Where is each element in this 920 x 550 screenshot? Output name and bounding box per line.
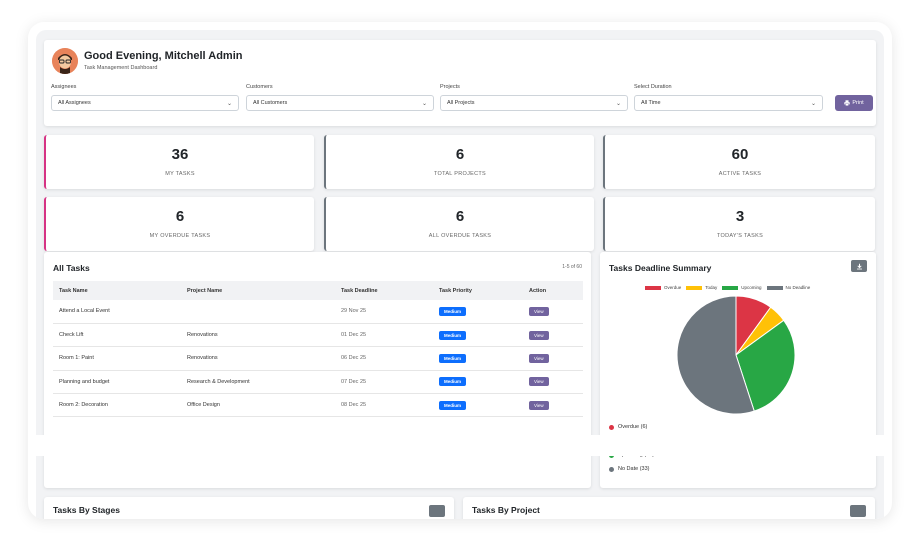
customers-select[interactable]: All Customers ⌄ [246,95,434,111]
priority-badge: Medium [439,353,467,363]
all-tasks-title: All Tasks [53,263,90,273]
tasks-by-project-title: Tasks By Project [472,505,540,515]
print-button[interactable]: Print [835,95,873,111]
table-row: Planning and budget Research & Developme… [53,370,583,395]
legend-item: Upcoming [722,285,762,290]
download-icon [856,263,862,269]
col-action: Action [529,287,547,294]
chevron-down-icon: ⌄ [226,101,232,107]
customers-label: Customers [246,84,273,90]
view-button[interactable]: View [529,353,549,363]
legend-item: Overdue [645,285,681,290]
summary-row-no-date: No Date (33) [609,466,650,472]
table-header-row: Task Name Project Name Task Deadline Tas… [53,281,583,300]
view-button[interactable]: View [529,377,549,387]
col-task-name: Task Name [59,287,88,294]
view-button[interactable]: View [529,330,549,340]
deadline-pie-chart [676,295,796,415]
greeting-text: Good Evening, Mitchell Admin [84,50,243,62]
overlay-band [36,435,884,456]
projects-label: Projects [440,84,460,90]
tasks-table: Task Name Project Name Task Deadline Tas… [53,281,583,418]
priority-badge: Medium [439,377,467,387]
download-icon[interactable] [850,505,866,517]
chart-legend: Overdue Today Upcoming No Deadline [645,285,810,290]
duration-label: Select Duration [634,84,672,90]
stat-active-tasks[interactable]: 60 ACTIVE TASKS [603,135,875,189]
dashboard-subtitle: Task Management Dashboard [84,65,158,71]
legend-item: Today [686,285,717,290]
no-date-dot [609,466,614,472]
tasks-by-stages-title: Tasks By Stages [53,505,120,515]
col-project-name: Project Name [187,287,223,294]
stat-total-projects[interactable]: 6 TOTAL PROJECTS [324,135,594,189]
download-button[interactable] [851,260,867,272]
table-row: Room 1: Paint Renovations 06 Dec 25 Medi… [53,346,583,371]
dashboard-frame: Good Evening, Mitchell Admin Task Manage… [28,22,892,519]
pager-text: 1-5 of 60 [562,264,582,270]
table-row: Room 2: Decoration Office Design 08 Dec … [53,393,583,418]
projects-select[interactable]: All Projects ⌄ [440,95,628,111]
stat-all-overdue-tasks[interactable]: 6 ALL OVERDUE TASKS [324,197,594,251]
view-button[interactable]: View [529,306,549,316]
col-task-deadline: Task Deadline [341,287,378,294]
summary-row-overdue: Overdue (6) [609,424,647,430]
download-icon[interactable] [429,505,445,517]
stat-my-overdue-tasks[interactable]: 6 MY OVERDUE TASKS [44,197,314,251]
user-avatar [52,48,78,74]
stat-my-tasks[interactable]: 36 MY TASKS [44,135,314,189]
assignees-label: Assignees [51,84,77,90]
chevron-down-icon: ⌄ [421,101,427,107]
overdue-dot [609,424,614,430]
stat-todays-tasks[interactable]: 3 TODAY'S TASKS [603,197,875,251]
assignees-select[interactable]: All Assignees ⌄ [51,95,239,111]
header-card: Good Evening, Mitchell Admin Task Manage… [44,40,876,126]
priority-badge: Medium [439,306,467,316]
printer-icon [844,100,851,106]
chevron-down-icon: ⌄ [615,101,621,107]
chevron-down-icon: ⌄ [810,101,816,107]
priority-badge: Medium [439,330,467,340]
tasks-by-project-card: Tasks By Project [463,497,875,519]
col-task-priority: Task Priority [439,287,472,294]
table-row: Attend a Local Event 29 Nov 25 Medium Vi… [53,300,583,324]
dashboard-canvas: Good Evening, Mitchell Admin Task Manage… [36,30,884,519]
priority-badge: Medium [439,400,467,410]
tasks-by-stages-card: Tasks By Stages [44,497,454,519]
legend-item: No Deadline [766,285,810,290]
view-button[interactable]: View [529,400,549,410]
table-row: Check Lift Renovations 01 Dec 25 Medium … [53,323,583,348]
deadline-summary-title: Tasks Deadline Summary [609,263,712,273]
duration-select[interactable]: All Time ⌄ [634,95,823,111]
